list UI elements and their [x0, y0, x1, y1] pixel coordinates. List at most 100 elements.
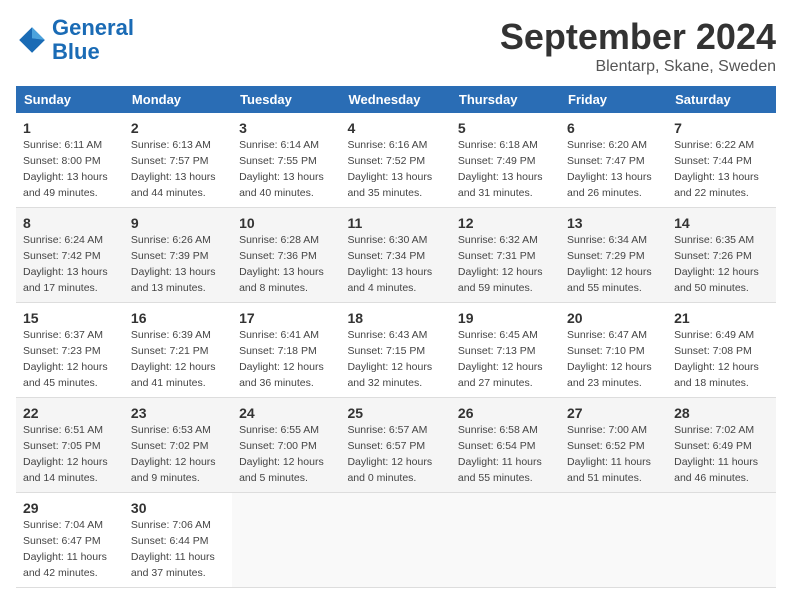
day-cell: 8 Sunrise: 6:24 AM Sunset: 7:42 PM Dayli…: [16, 208, 124, 303]
day-cell: 22 Sunrise: 6:51 AM Sunset: 7:05 PM Dayl…: [16, 398, 124, 493]
day-daylight: Daylight: 12 hours and 27 minutes.: [458, 361, 543, 389]
week-row-1: 1 Sunrise: 6:11 AM Sunset: 8:00 PM Dayli…: [16, 113, 776, 208]
day-cell: 24 Sunrise: 6:55 AM Sunset: 7:00 PM Dayl…: [232, 398, 340, 493]
day-cell: [560, 493, 667, 588]
day-number: 9: [131, 213, 225, 233]
day-sunrise: Sunrise: 6:58 AM: [458, 424, 538, 436]
day-cell: 28 Sunrise: 7:02 AM Sunset: 6:49 PM Dayl…: [667, 398, 776, 493]
day-number: 4: [347, 118, 443, 138]
day-cell: 7 Sunrise: 6:22 AM Sunset: 7:44 PM Dayli…: [667, 113, 776, 208]
day-daylight: Daylight: 11 hours and 51 minutes.: [567, 456, 651, 484]
day-number: 16: [131, 308, 225, 328]
day-number: 2: [131, 118, 225, 138]
day-sunset: Sunset: 6:57 PM: [347, 440, 425, 452]
day-daylight: Daylight: 11 hours and 37 minutes.: [131, 551, 215, 579]
day-cell: 11 Sunrise: 6:30 AM Sunset: 7:34 PM Dayl…: [340, 208, 450, 303]
page-header: General Blue September 2024 Blentarp, Sk…: [16, 16, 776, 76]
day-sunrise: Sunrise: 6:13 AM: [131, 139, 211, 151]
day-cell: 5 Sunrise: 6:18 AM Sunset: 7:49 PM Dayli…: [451, 113, 560, 208]
day-number: 13: [567, 213, 660, 233]
day-cell: 15 Sunrise: 6:37 AM Sunset: 7:23 PM Dayl…: [16, 303, 124, 398]
day-sunset: Sunset: 7:52 PM: [347, 155, 425, 167]
day-sunrise: Sunrise: 6:49 AM: [674, 329, 754, 341]
day-cell: 1 Sunrise: 6:11 AM Sunset: 8:00 PM Dayli…: [16, 113, 124, 208]
col-header-thursday: Thursday: [451, 86, 560, 113]
day-sunset: Sunset: 7:13 PM: [458, 345, 536, 357]
day-daylight: Daylight: 11 hours and 42 minutes.: [23, 551, 107, 579]
day-sunrise: Sunrise: 6:57 AM: [347, 424, 427, 436]
day-daylight: Daylight: 12 hours and 45 minutes.: [23, 361, 108, 389]
day-sunrise: Sunrise: 6:16 AM: [347, 139, 427, 151]
day-number: 22: [23, 403, 117, 423]
day-sunrise: Sunrise: 6:22 AM: [674, 139, 754, 151]
day-sunset: Sunset: 7:29 PM: [567, 250, 645, 262]
col-header-monday: Monday: [124, 86, 232, 113]
day-daylight: Daylight: 13 hours and 44 minutes.: [131, 171, 216, 199]
col-header-sunday: Sunday: [16, 86, 124, 113]
day-sunset: Sunset: 7:31 PM: [458, 250, 536, 262]
day-cell: 4 Sunrise: 6:16 AM Sunset: 7:52 PM Dayli…: [340, 113, 450, 208]
day-cell: 20 Sunrise: 6:47 AM Sunset: 7:10 PM Dayl…: [560, 303, 667, 398]
day-cell: 14 Sunrise: 6:35 AM Sunset: 7:26 PM Dayl…: [667, 208, 776, 303]
day-cell: 21 Sunrise: 6:49 AM Sunset: 7:08 PM Dayl…: [667, 303, 776, 398]
day-number: 12: [458, 213, 553, 233]
day-sunrise: Sunrise: 6:55 AM: [239, 424, 319, 436]
day-number: 1: [23, 118, 117, 138]
day-cell: 25 Sunrise: 6:57 AM Sunset: 6:57 PM Dayl…: [340, 398, 450, 493]
logo: General Blue: [16, 16, 134, 64]
day-sunset: Sunset: 7:02 PM: [131, 440, 209, 452]
day-sunset: Sunset: 7:23 PM: [23, 345, 101, 357]
day-cell: 30 Sunrise: 7:06 AM Sunset: 6:44 PM Dayl…: [124, 493, 232, 588]
day-sunrise: Sunrise: 7:04 AM: [23, 519, 103, 531]
day-sunset: Sunset: 7:21 PM: [131, 345, 209, 357]
day-daylight: Daylight: 13 hours and 13 minutes.: [131, 266, 216, 294]
day-number: 3: [239, 118, 333, 138]
day-cell: 3 Sunrise: 6:14 AM Sunset: 7:55 PM Dayli…: [232, 113, 340, 208]
day-number: 19: [458, 308, 553, 328]
week-row-5: 29 Sunrise: 7:04 AM Sunset: 6:47 PM Dayl…: [16, 493, 776, 588]
day-cell: [451, 493, 560, 588]
day-cell: [340, 493, 450, 588]
day-number: 28: [674, 403, 769, 423]
day-sunrise: Sunrise: 6:39 AM: [131, 329, 211, 341]
day-daylight: Daylight: 13 hours and 26 minutes.: [567, 171, 652, 199]
day-number: 23: [131, 403, 225, 423]
day-daylight: Daylight: 12 hours and 0 minutes.: [347, 456, 432, 484]
calendar-header-row: SundayMondayTuesdayWednesdayThursdayFrid…: [16, 86, 776, 113]
day-sunset: Sunset: 7:34 PM: [347, 250, 425, 262]
day-sunrise: Sunrise: 6:34 AM: [567, 234, 647, 246]
day-sunrise: Sunrise: 6:47 AM: [567, 329, 647, 341]
day-cell: 23 Sunrise: 6:53 AM Sunset: 7:02 PM Dayl…: [124, 398, 232, 493]
day-daylight: Daylight: 12 hours and 5 minutes.: [239, 456, 324, 484]
day-daylight: Daylight: 13 hours and 17 minutes.: [23, 266, 108, 294]
day-sunrise: Sunrise: 6:18 AM: [458, 139, 538, 151]
week-row-2: 8 Sunrise: 6:24 AM Sunset: 7:42 PM Dayli…: [16, 208, 776, 303]
day-number: 20: [567, 308, 660, 328]
day-sunrise: Sunrise: 6:26 AM: [131, 234, 211, 246]
col-header-friday: Friday: [560, 86, 667, 113]
day-sunset: Sunset: 6:52 PM: [567, 440, 645, 452]
day-sunset: Sunset: 6:47 PM: [23, 535, 101, 547]
day-sunset: Sunset: 7:15 PM: [347, 345, 425, 357]
day-cell: 29 Sunrise: 7:04 AM Sunset: 6:47 PM Dayl…: [16, 493, 124, 588]
day-sunset: Sunset: 7:00 PM: [239, 440, 317, 452]
day-number: 7: [674, 118, 769, 138]
day-sunrise: Sunrise: 6:28 AM: [239, 234, 319, 246]
day-daylight: Daylight: 13 hours and 31 minutes.: [458, 171, 543, 199]
day-number: 30: [131, 498, 225, 518]
day-cell: 26 Sunrise: 6:58 AM Sunset: 6:54 PM Dayl…: [451, 398, 560, 493]
calendar-table: SundayMondayTuesdayWednesdayThursdayFrid…: [16, 86, 776, 588]
day-cell: 12 Sunrise: 6:32 AM Sunset: 7:31 PM Dayl…: [451, 208, 560, 303]
day-sunrise: Sunrise: 7:06 AM: [131, 519, 211, 531]
col-header-tuesday: Tuesday: [232, 86, 340, 113]
day-daylight: Daylight: 12 hours and 41 minutes.: [131, 361, 216, 389]
day-daylight: Daylight: 13 hours and 8 minutes.: [239, 266, 324, 294]
day-sunrise: Sunrise: 6:45 AM: [458, 329, 538, 341]
day-number: 29: [23, 498, 117, 518]
day-number: 11: [347, 213, 443, 233]
day-daylight: Daylight: 12 hours and 50 minutes.: [674, 266, 759, 294]
day-sunset: Sunset: 7:36 PM: [239, 250, 317, 262]
day-sunset: Sunset: 7:08 PM: [674, 345, 752, 357]
day-daylight: Daylight: 11 hours and 55 minutes.: [458, 456, 542, 484]
day-sunrise: Sunrise: 6:41 AM: [239, 329, 319, 341]
